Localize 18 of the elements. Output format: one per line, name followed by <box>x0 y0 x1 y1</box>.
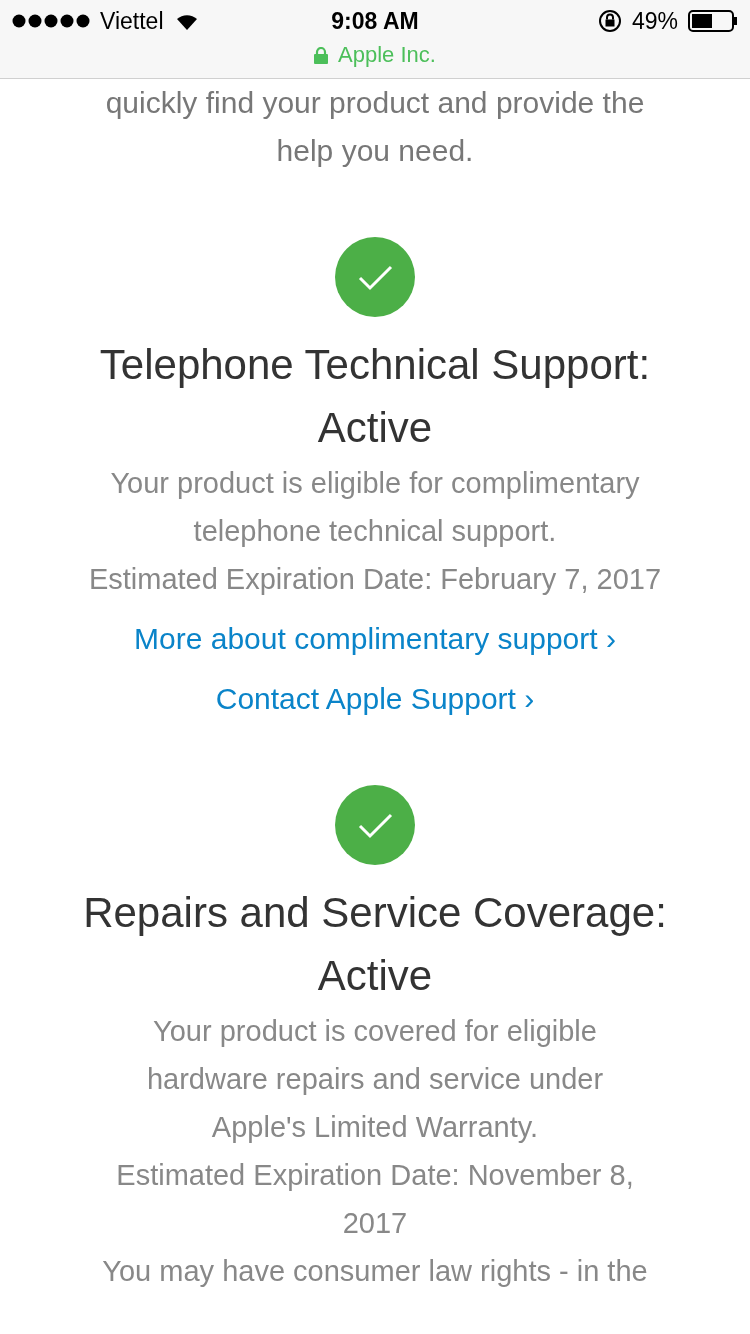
body-text: Your product is eligible for complimentary telephone technical support. <box>109 466 641 549</box>
section-title: Telephone Technical Support: Active <box>98 340 652 453</box>
site-name: Apple Inc. <box>338 42 436 68</box>
signal-icon <box>12 14 90 28</box>
clock-time: 9:08 AM <box>331 7 419 35</box>
battery-icon <box>688 10 738 32</box>
body-text: You may have consumer law rights - in the <box>101 1254 649 1289</box>
support-link[interactable]: Contact Apple Support › <box>215 675 535 723</box>
body-text: Estimated Expiration Date: February 7, 2017 <box>87 562 663 597</box>
intro-text: quickly find your product and provide the help you need. <box>104 85 646 169</box>
section-title: Repairs and Service Coverage: Active <box>82 888 668 1001</box>
rotation-lock-icon <box>597 9 622 33</box>
carrier-name: Viettel <box>100 7 164 35</box>
support-link[interactable]: More about complimentary support › <box>134 615 616 663</box>
body-text: Your product is covered for eligible hardware repairs and service under Apple's Limited Warranty. <box>145 1014 605 1145</box>
battery-percent: 49% <box>631 7 678 35</box>
lock-icon <box>314 46 329 64</box>
body-text: Estimated Expiration Date: November 8, 2017 <box>115 1158 635 1241</box>
